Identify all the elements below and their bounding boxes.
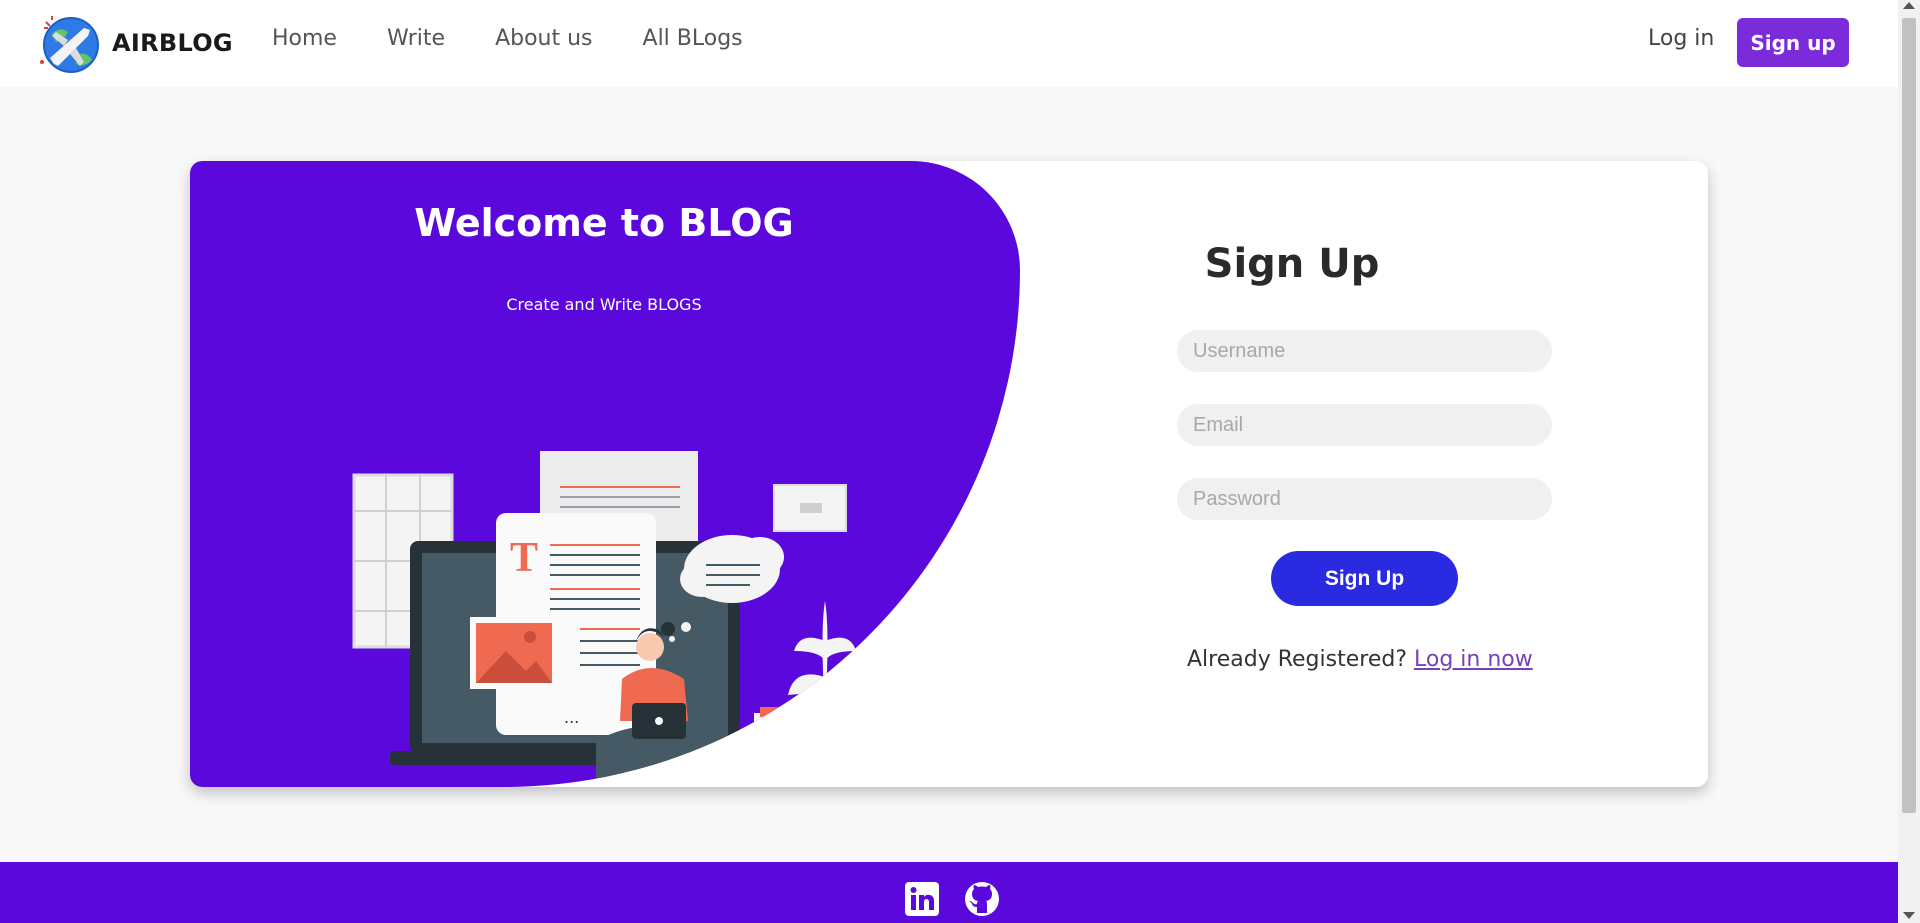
- already-registered-text: Already Registered? Log in now: [1187, 647, 1533, 672]
- main-nav: Home Write About us All BLogs: [272, 26, 793, 51]
- password-input[interactable]: [1177, 478, 1552, 520]
- email-input[interactable]: [1177, 404, 1552, 446]
- scroll-thumb[interactable]: [1902, 18, 1916, 813]
- navbar: AIRBLOG Home Write About us All BLogs Lo…: [0, 0, 1898, 87]
- github-icon[interactable]: [963, 880, 1001, 918]
- nav-write[interactable]: Write: [387, 26, 445, 51]
- person-blogging-on-laptop-illustration: T ...: [350, 451, 910, 787]
- scroll-up-arrow-icon[interactable]: [1903, 2, 1915, 9]
- nav-all-blogs[interactable]: All BLogs: [643, 26, 743, 51]
- welcome-panel: Welcome to BLOG Create and Write BLOGS T…: [190, 161, 1020, 787]
- svg-text:...: ...: [564, 708, 579, 727]
- username-input[interactable]: [1177, 330, 1552, 372]
- signup-submit-button[interactable]: Sign Up: [1271, 551, 1458, 606]
- brand-name: AIRBLOG: [112, 29, 233, 57]
- welcome-title: Welcome to BLOG: [414, 201, 794, 245]
- footer: [0, 862, 1898, 923]
- signup-card: Welcome to BLOG Create and Write BLOGS T…: [190, 161, 1708, 787]
- brand[interactable]: AIRBLOG: [38, 12, 233, 74]
- scroll-down-arrow-icon[interactable]: [1903, 912, 1915, 919]
- airplane-globe-icon: [38, 12, 100, 74]
- social-links: [903, 880, 1023, 918]
- nav-home[interactable]: Home: [272, 26, 337, 51]
- already-registered-label: Already Registered?: [1187, 647, 1407, 672]
- nav-about-us[interactable]: About us: [495, 26, 592, 51]
- welcome-subtitle: Create and Write BLOGS: [506, 295, 702, 314]
- page-scrollbar[interactable]: [1898, 0, 1920, 923]
- nav-signup-button[interactable]: Sign up: [1737, 18, 1849, 67]
- linkedin-icon[interactable]: [903, 880, 941, 918]
- form-title: Sign Up: [1204, 241, 1380, 287]
- svg-text:T: T: [510, 535, 538, 581]
- login-now-link[interactable]: Log in now: [1414, 647, 1533, 672]
- nav-login-link[interactable]: Log in: [1648, 26, 1714, 51]
